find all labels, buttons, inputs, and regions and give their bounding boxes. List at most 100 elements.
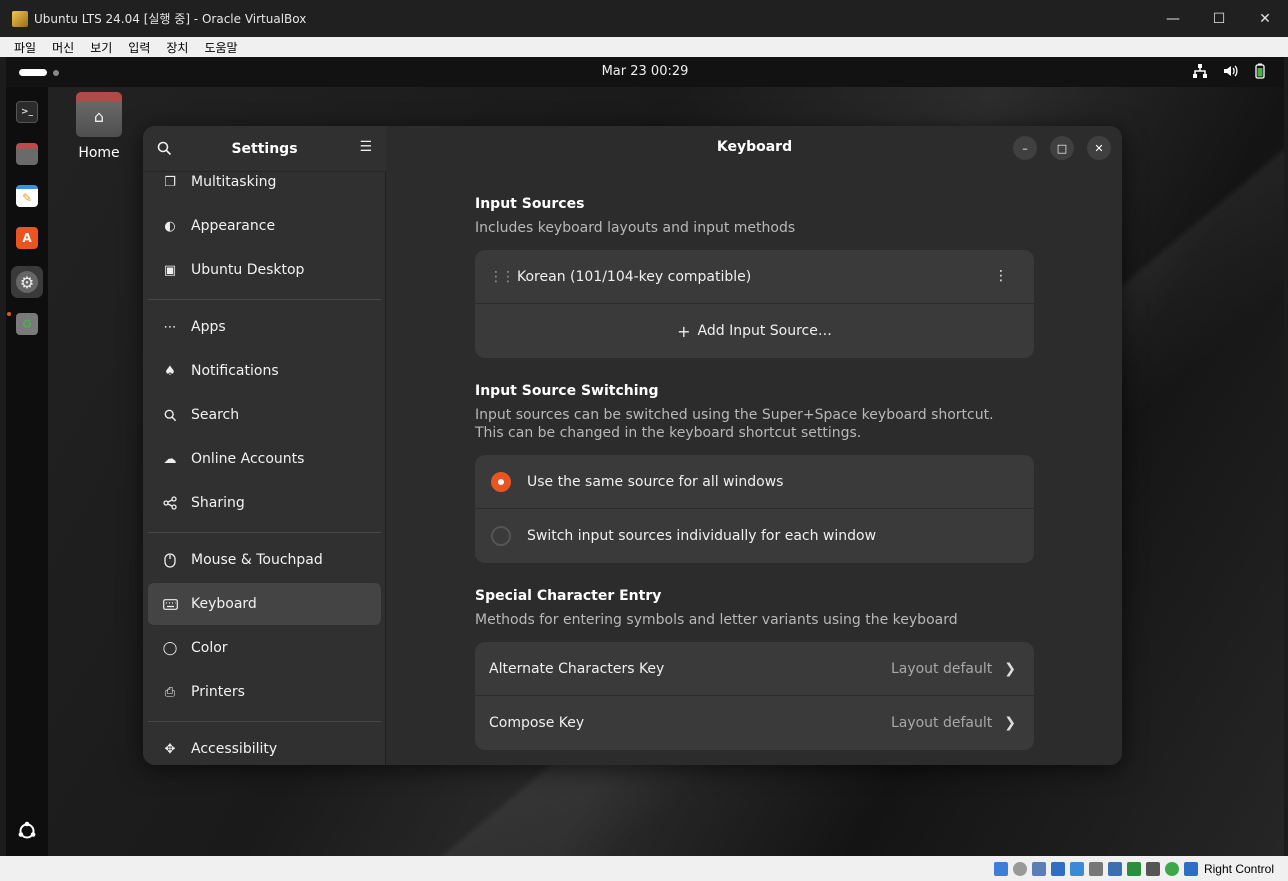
- maximize-icon[interactable]: ☐: [1196, 0, 1242, 37]
- sidebar-item-appearance[interactable]: ◐ Appearance: [148, 205, 381, 247]
- sidebar-item-label: Keyboard: [191, 596, 257, 612]
- host-key-arrow-icon[interactable]: [1183, 861, 1198, 876]
- sidebar-item-label: Printers: [191, 684, 245, 700]
- dock-settings[interactable]: ⚙: [11, 266, 43, 298]
- color-icon: ◯: [162, 640, 178, 656]
- sidebar-item-color[interactable]: ◯ Color: [148, 627, 381, 669]
- vbox-menubar: 파일 머신 보기 입력 장치 도움말: [0, 37, 1288, 57]
- multitasking-icon: ❐: [164, 174, 176, 190]
- menu-devices[interactable]: 장치: [158, 39, 196, 56]
- sidebar-item-label: Search: [191, 407, 240, 423]
- recording-icon[interactable]: [1126, 861, 1141, 876]
- special-card: Alternate Characters Key Layout default …: [475, 642, 1034, 750]
- sidebar-item-mouse-touchpad[interactable]: Mouse & Touchpad: [148, 539, 381, 581]
- compose-key-row[interactable]: Compose Key Layout default ❯: [475, 696, 1034, 750]
- network-adapter-icon[interactable]: [1050, 861, 1065, 876]
- option-label: Switch input sources individually for ea…: [527, 528, 877, 544]
- settings-window: Settings ☰ ❐ Multitasking ◐ Appearance ▣…: [143, 126, 1122, 765]
- option-same-source[interactable]: Use the same source for all windows: [475, 455, 1034, 509]
- network-icon: [1192, 63, 1208, 79]
- keyboard-icon: [162, 596, 178, 612]
- display-icon[interactable]: [1107, 861, 1122, 876]
- menu-input[interactable]: 입력: [120, 39, 158, 56]
- window-minimize-icon[interactable]: –: [1013, 136, 1037, 160]
- row-label: Compose Key: [489, 715, 585, 731]
- shared-folders-icon[interactable]: [1088, 861, 1103, 876]
- trash-icon: ♻: [16, 313, 38, 335]
- radio-unselected-icon[interactable]: [491, 526, 511, 546]
- bell-icon: ♠: [164, 363, 176, 379]
- ubuntu-desktop-icon: ▣: [163, 262, 177, 278]
- sidebar-item-label: Appearance: [191, 218, 276, 234]
- sidebar-item-notifications[interactable]: ♠ Notifications: [148, 350, 381, 392]
- sidebar-item-sharing[interactable]: Sharing: [148, 482, 381, 524]
- sidebar-item-ubuntu-desktop[interactable]: ▣ Ubuntu Desktop: [148, 249, 381, 291]
- sidebar-item-accessibility[interactable]: ✥ Accessibility: [148, 728, 381, 765]
- sidebar-item-label: Color: [191, 640, 228, 656]
- menu-machine[interactable]: 머신: [44, 39, 82, 56]
- dock-show-apps[interactable]: [11, 815, 43, 847]
- drag-handle-icon[interactable]: ⋮⋮: [489, 269, 515, 285]
- desktop-home-folder[interactable]: ⌂ Home: [74, 92, 124, 161]
- input-source-row[interactable]: ⋮⋮ Korean (101/104-key compatible) ⋮: [475, 250, 1034, 304]
- dock-terminal[interactable]: >_: [11, 96, 43, 128]
- optical-drive-icon[interactable]: [993, 861, 1008, 876]
- dock-text-editor[interactable]: ✎: [11, 180, 43, 212]
- sidebar-divider: [148, 721, 381, 722]
- sidebar-item-label: Multitasking: [191, 174, 277, 190]
- option-per-window[interactable]: Switch input sources individually for ea…: [475, 509, 1034, 563]
- more-options-icon[interactable]: ⋮: [994, 268, 1008, 284]
- usb-icon[interactable]: [1069, 861, 1084, 876]
- sidebar-item-apps[interactable]: ⋯ Apps: [148, 306, 381, 348]
- vbox-titlebar: Ubuntu LTS 24.04 [실행 중] - Oracle Virtual…: [0, 0, 1288, 37]
- audio-icon[interactable]: [1031, 861, 1046, 876]
- radio-selected-icon[interactable]: [491, 471, 511, 492]
- window-title: Ubuntu LTS 24.04 [실행 중] - Oracle Virtual…: [34, 12, 307, 26]
- battery-icon: [1252, 63, 1268, 79]
- window-close-icon[interactable]: ✕: [1087, 136, 1111, 160]
- add-input-source-button[interactable]: + Add Input Source…: [475, 304, 1034, 358]
- menu-file[interactable]: 파일: [6, 39, 44, 56]
- clock[interactable]: Mar 23 00:29: [6, 64, 1284, 79]
- page-title: Keyboard: [716, 139, 793, 155]
- window-maximize-icon[interactable]: □: [1050, 136, 1074, 160]
- row-value: Layout default: [890, 660, 993, 677]
- cloud-icon: ☁: [163, 451, 177, 467]
- search-icon[interactable]: [157, 141, 172, 160]
- sidebar-item-online-accounts[interactable]: ☁ Online Accounts: [148, 438, 381, 480]
- virtualbox-app-icon: [12, 10, 28, 27]
- switching-card: Use the same source for all windows Swit…: [475, 455, 1034, 563]
- special-title: Special Character Entry: [475, 588, 662, 604]
- dock-files[interactable]: [11, 138, 43, 170]
- text-editor-icon: ✎: [16, 185, 38, 207]
- sidebar-item-label: Notifications: [191, 363, 279, 379]
- alternate-characters-key-row[interactable]: Alternate Characters Key Layout default …: [475, 642, 1034, 696]
- sidebar-item-printers[interactable]: ⎙ Printers: [148, 671, 381, 713]
- accessibility-icon: ✥: [164, 741, 176, 757]
- menu-help[interactable]: 도움말: [196, 39, 245, 56]
- sidebar-item-label: Accessibility: [191, 741, 278, 757]
- chevron-right-icon: ❯: [1004, 660, 1016, 677]
- input-sources-desc: Includes keyboard layouts and input meth…: [475, 220, 796, 236]
- menu-view[interactable]: 보기: [82, 39, 120, 56]
- hamburger-menu-icon[interactable]: ☰: [359, 139, 372, 155]
- guest-screen: Mar 23 00:29 >_ ✎ A ⚙ ♻ ⌂ Home Settings …: [6, 57, 1284, 856]
- host-key-label: Right Control: [1203, 861, 1274, 876]
- input-sources-card: ⋮⋮ Korean (101/104-key compatible) ⋮ + A…: [475, 250, 1034, 358]
- close-icon[interactable]: ✕: [1242, 0, 1288, 37]
- minimize-icon[interactable]: —: [1150, 0, 1196, 37]
- apps-grid-icon: ⋯: [163, 319, 177, 335]
- settings-gear-icon: ⚙: [16, 271, 38, 293]
- mouse-integration-icon[interactable]: [1164, 861, 1179, 876]
- dock-trash[interactable]: ♻: [11, 308, 43, 340]
- system-tray[interactable]: [1192, 63, 1268, 79]
- cpu-icon[interactable]: [1145, 861, 1160, 876]
- sidebar-divider: [148, 299, 381, 300]
- disk-icon[interactable]: [1012, 861, 1027, 876]
- files-icon: [16, 143, 38, 165]
- dock-app-center[interactable]: A: [11, 222, 43, 254]
- sidebar-item-search[interactable]: Search: [148, 394, 381, 436]
- special-desc: Methods for entering symbols and letter …: [475, 612, 958, 628]
- sidebar-item-keyboard[interactable]: Keyboard: [148, 583, 381, 625]
- appearance-icon: ◐: [164, 218, 176, 234]
